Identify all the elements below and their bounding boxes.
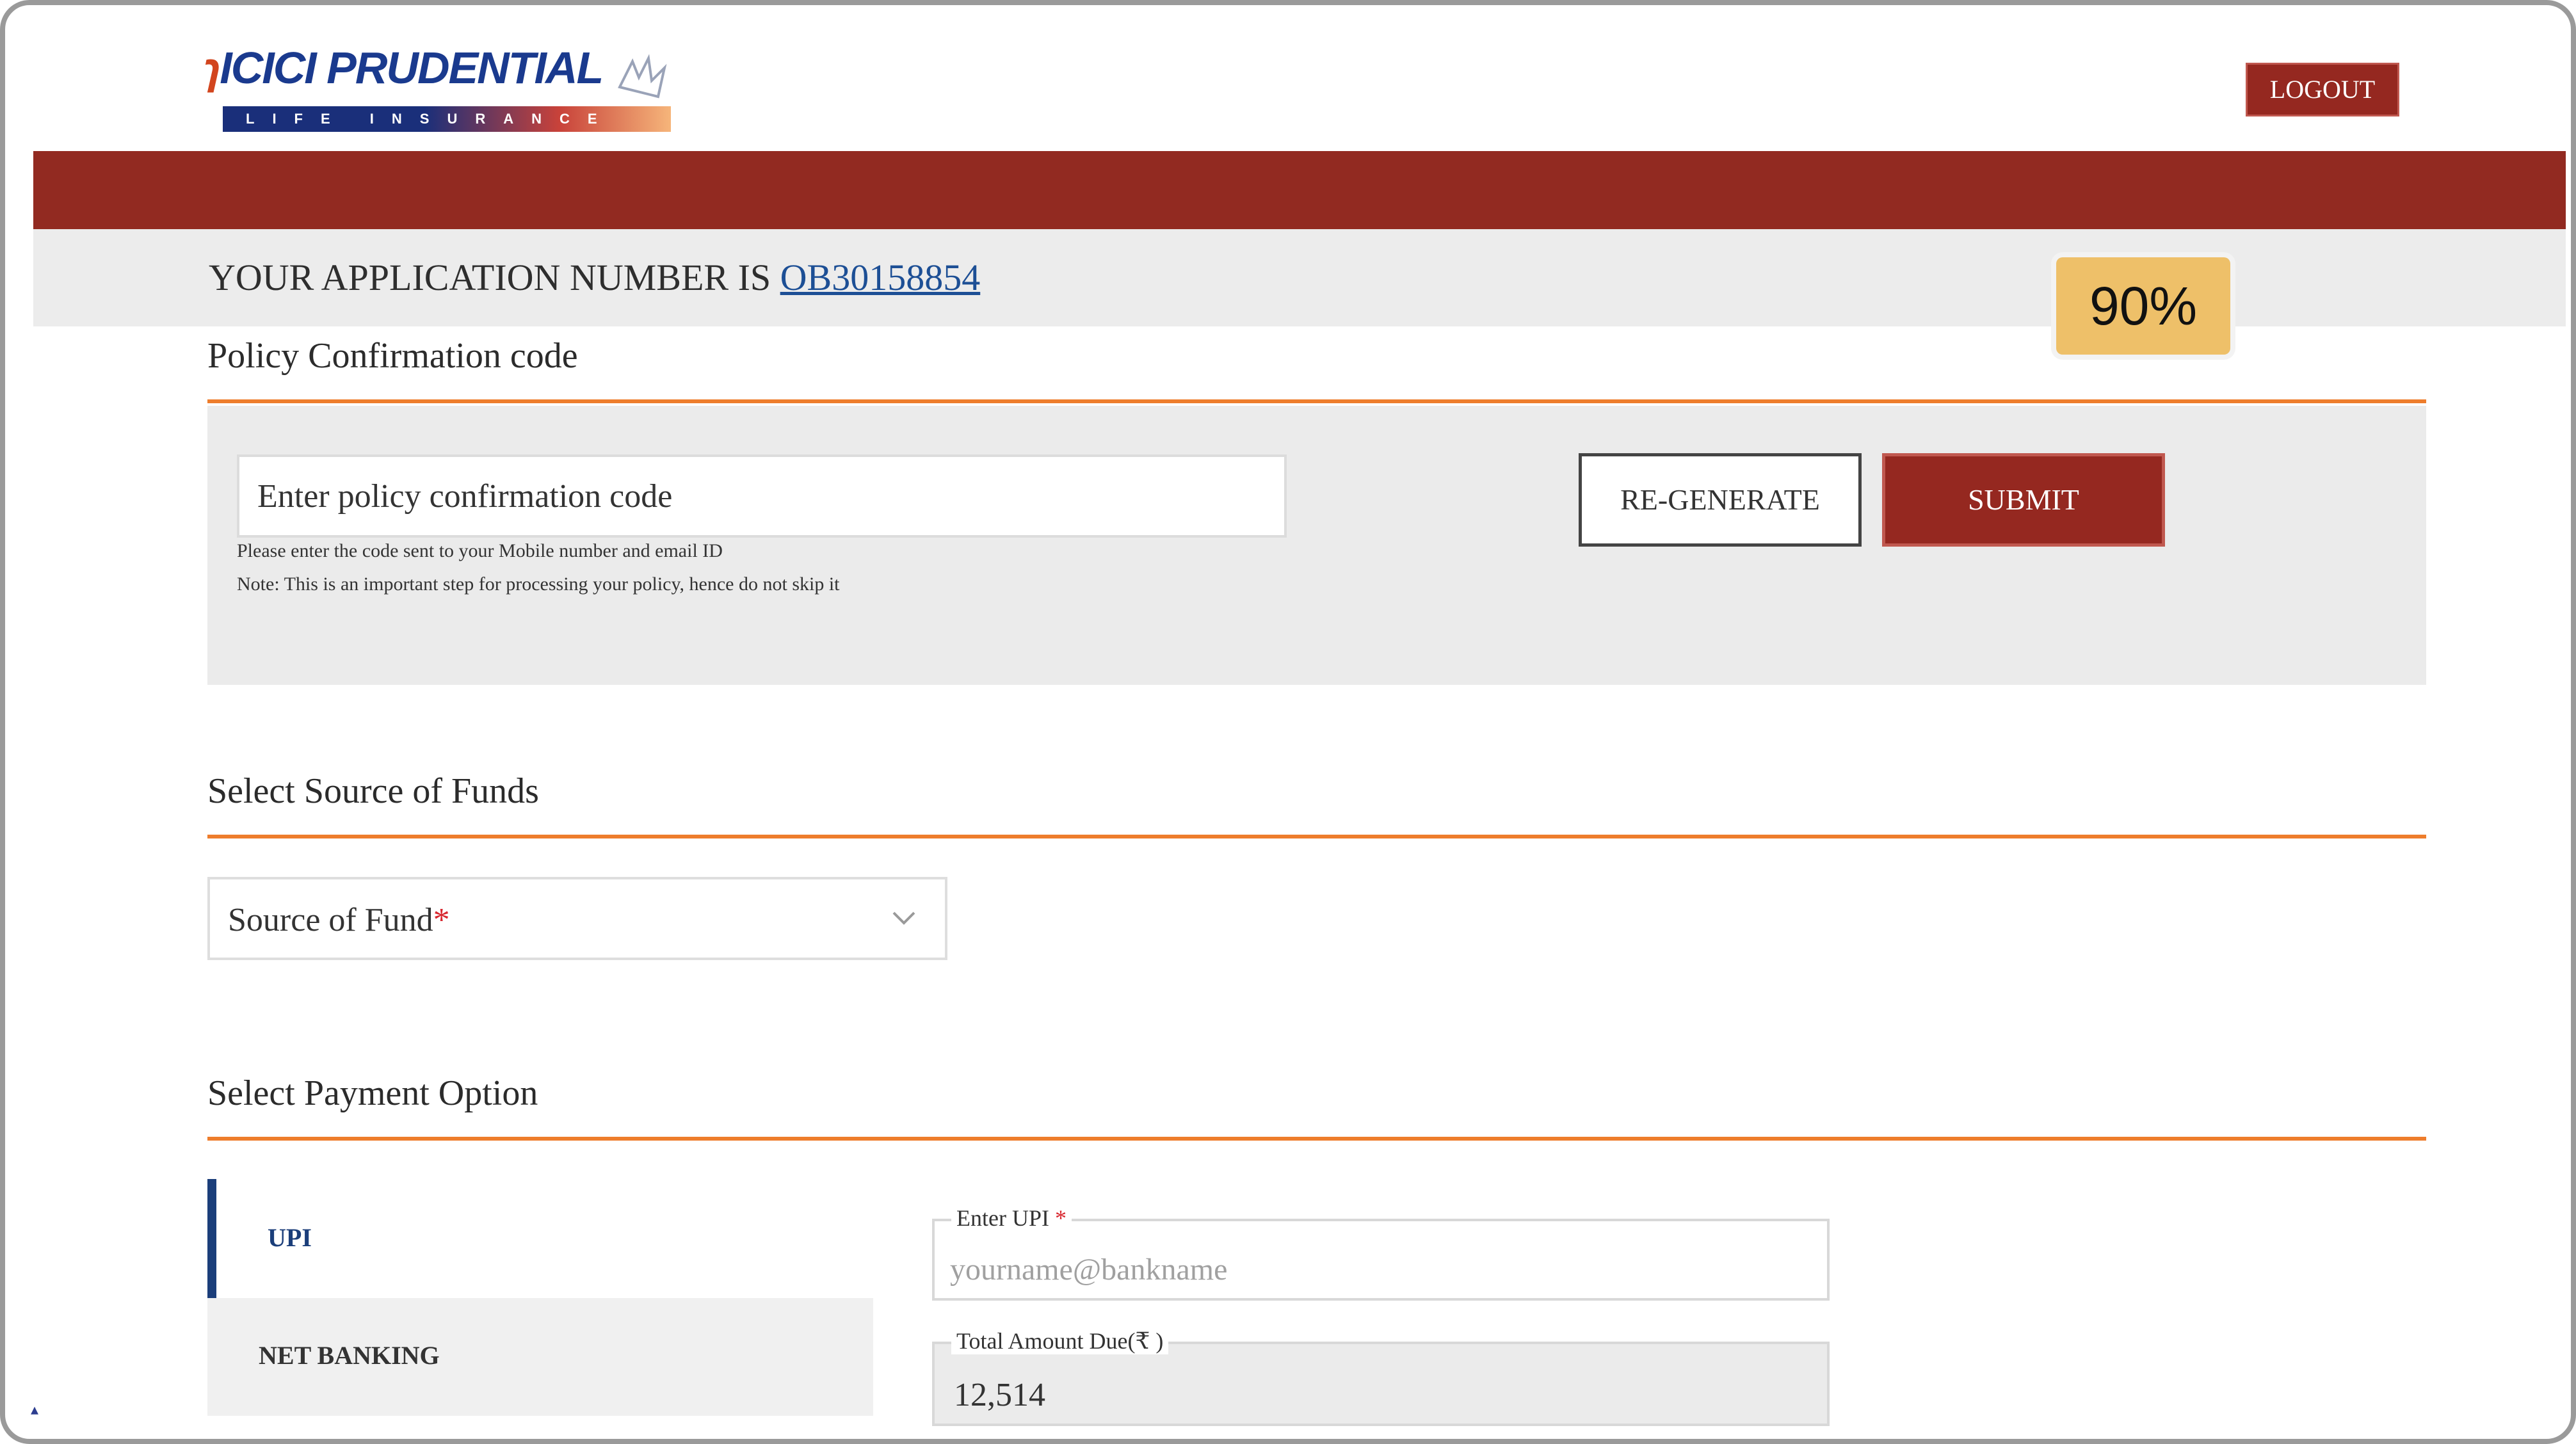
code-hint-text: Please enter the code sent to your Mobil… [237, 540, 723, 561]
logo-wordmark: ɿICICI PRUDENTIAL [204, 43, 604, 93]
source-of-fund-label: Source of Fund* [228, 902, 450, 938]
logo-flame-icon: ɿ [204, 43, 221, 93]
chevron-down-icon [892, 911, 915, 925]
code-note-text: Note: This is an important step for proc… [237, 574, 840, 595]
application-number-prefix: YOUR APPLICATION NUMBER IS [209, 257, 771, 298]
submit-button[interactable]: SUBMIT [1882, 453, 2165, 547]
application-number-text: YOUR APPLICATION NUMBER IS OB30158854 [209, 256, 980, 299]
policy-code-input[interactable] [237, 454, 1287, 538]
section-divider [207, 399, 2426, 403]
section-divider [207, 1137, 2426, 1141]
tab-upi[interactable]: UPI [207, 1179, 873, 1298]
required-mark: * [433, 902, 450, 938]
source-of-fund-select[interactable]: Source of Fund* [207, 877, 947, 960]
total-amount-label: Total Amount Due(₹ ) [951, 1328, 1169, 1354]
tab-net-banking[interactable]: NET BANKING [207, 1298, 873, 1416]
logo-tagline: LIFE INSURANCE [223, 106, 671, 132]
logo-lion-icon [618, 54, 667, 99]
logout-button[interactable]: LOGOUT [2246, 63, 2399, 116]
section-divider [207, 835, 2426, 838]
progress-badge: 90% [2056, 257, 2230, 355]
browser-frame: ɿICICI PRUDENTIAL LIFE INSURANCE LOGOUT … [0, 0, 2576, 1444]
upi-field-label: Enter UPI * [951, 1205, 1072, 1231]
header-band [33, 151, 2566, 229]
required-mark: * [1054, 1205, 1067, 1231]
payment-tabs: UPI NET BANKING [207, 1179, 873, 1416]
source-of-funds-title: Select Source of Funds [207, 771, 539, 811]
regenerate-button[interactable]: RE-GENERATE [1579, 453, 1862, 547]
application-number-link[interactable]: OB30158854 [780, 257, 981, 298]
icici-prudential-logo: ɿICICI PRUDENTIAL LIFE INSURANCE [204, 42, 690, 138]
policy-confirmation-title: Policy Confirmation code [207, 336, 578, 376]
cursor-marker-icon: ▴ [31, 1402, 39, 1418]
tab-net-banking-label: NET BANKING [259, 1341, 440, 1370]
upi-input[interactable] [949, 1249, 1783, 1289]
upi-field: Enter UPI * [932, 1205, 1830, 1301]
total-amount-field: Total Amount Due(₹ ) 12,514 [932, 1328, 1830, 1426]
payment-option-title: Select Payment Option [207, 1073, 538, 1113]
tab-upi-label: UPI [268, 1223, 312, 1252]
total-amount-value: 12,514 [954, 1377, 1045, 1413]
